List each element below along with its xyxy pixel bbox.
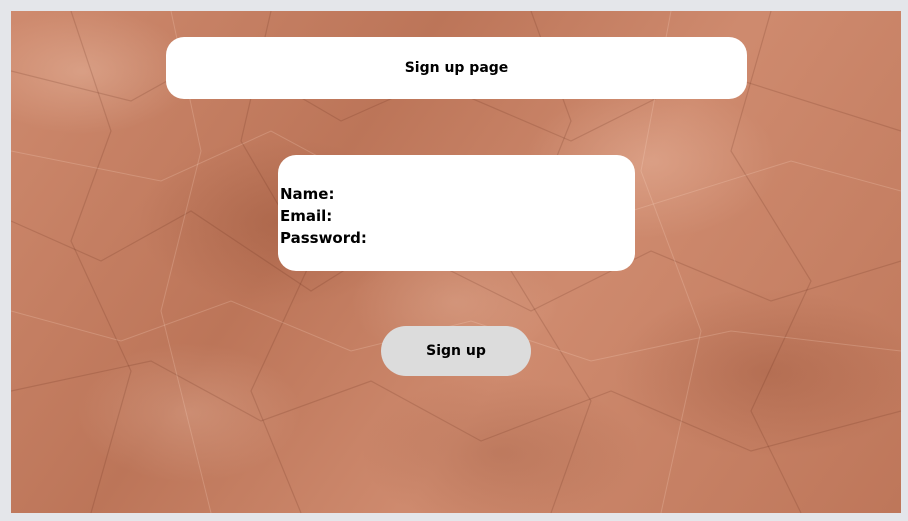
signup-form-panel: Name: Email: Password: <box>278 155 635 271</box>
signup-button[interactable]: Sign up <box>381 326 531 376</box>
name-label: Name: <box>280 185 335 203</box>
signup-button-label: Sign up <box>426 343 486 359</box>
header-panel: Sign up page <box>166 37 747 99</box>
email-label: Email: <box>280 207 333 225</box>
crumpled-paper-background: Sign up page Name: Email: Password: Sign… <box>11 11 901 513</box>
password-label: Password: <box>280 229 367 247</box>
page-title: Sign up page <box>404 60 509 76</box>
